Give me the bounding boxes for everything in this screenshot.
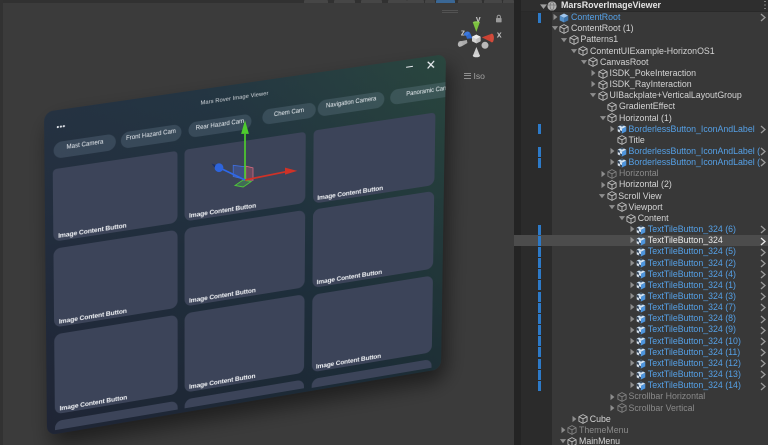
svg-text:z: z (461, 27, 466, 37)
svg-text:x: x (497, 30, 502, 40)
